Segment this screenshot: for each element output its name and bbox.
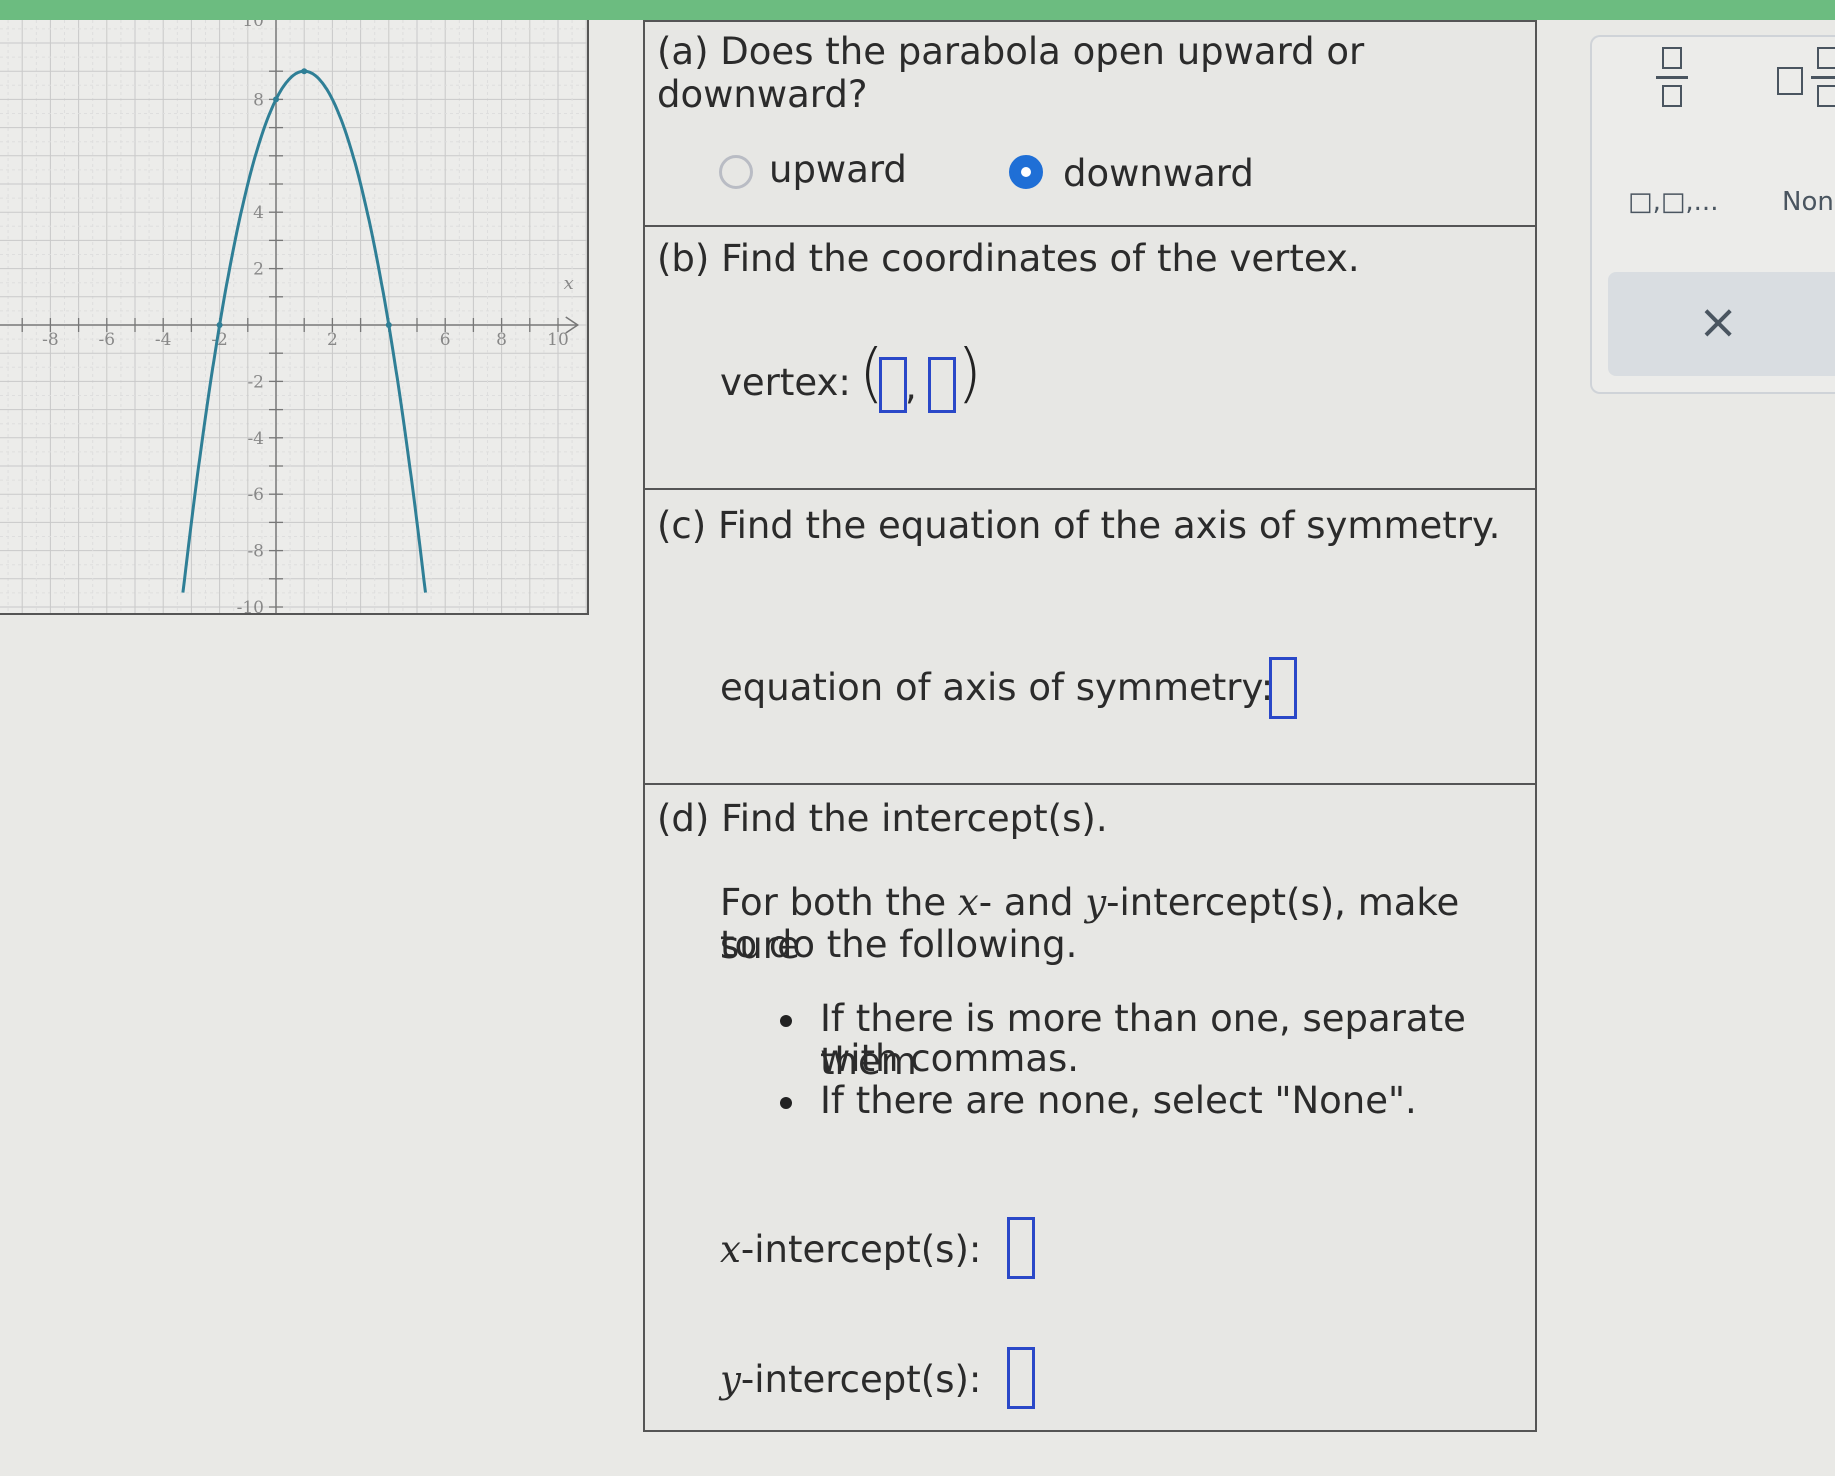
- y-tick-label: -6: [247, 485, 264, 505]
- x-tick-label: 2: [327, 330, 338, 350]
- instr-x-var: x: [957, 881, 979, 924]
- graph-svg: -8 -6 -4 -2 2 6 8 10842-2-4-6-8-1010x: [0, 20, 587, 613]
- bullet2-text: If there are none, select "None".: [820, 1079, 1417, 1122]
- y-intercept-text: -intercept(s):: [740, 1358, 982, 1401]
- fraction-numerator-icon: [1662, 47, 1682, 69]
- curve-point: [273, 96, 279, 103]
- axis-label: equation of axis of symmetry:: [720, 666, 1274, 709]
- section-a: (a) Does the parabola open upward or dow…: [643, 20, 1537, 227]
- x-tick-label: 8: [496, 330, 507, 350]
- y-tick-label: 8: [253, 90, 264, 110]
- y-tick-label: 2: [253, 260, 264, 280]
- fraction-bar-icon: [1656, 76, 1688, 79]
- y-tick-label: -2: [247, 372, 264, 392]
- question-panel: (a) Does the parabola open upward or dow…: [643, 20, 1537, 1436]
- close-icon: ×: [1698, 294, 1739, 350]
- vertex-y-input[interactable]: [928, 357, 956, 413]
- x-tick-label: 10: [547, 330, 569, 350]
- curve-point: [301, 68, 308, 75]
- y-tick-label: -10: [237, 598, 264, 613]
- bullet-2: [780, 1097, 792, 1109]
- x-tick-label: 6: [440, 330, 451, 350]
- none-button[interactable]: None: [1782, 187, 1835, 217]
- axis-of-symmetry-input[interactable]: [1269, 657, 1297, 719]
- curve-point: [216, 322, 223, 328]
- bullet1-line2: with commas.: [820, 1037, 1080, 1080]
- question-c: (c) Find the equation of the axis of sym…: [657, 504, 1501, 547]
- mixed-denominator-icon: [1817, 85, 1835, 107]
- vertex-x-input[interactable]: [879, 357, 907, 413]
- y-top-tick-label: 10: [242, 20, 264, 31]
- instr-y-var: y: [1085, 881, 1107, 924]
- top-accent-bar: [0, 0, 1835, 20]
- fraction-denominator-icon: [1662, 85, 1682, 107]
- y-tick-label: -4: [247, 429, 264, 449]
- mixed-numerator-icon: [1817, 47, 1835, 69]
- question-a: (a) Does the parabola open upward or dow…: [657, 30, 1365, 116]
- radio-downward[interactable]: [1009, 155, 1043, 189]
- x-tick-label: -4: [155, 330, 172, 350]
- label-downward[interactable]: downward: [1063, 152, 1254, 195]
- bullet-1: [780, 1015, 792, 1027]
- x-intercept-text: -intercept(s):: [740, 1228, 982, 1271]
- math-tool-palette: □,□,... None ×: [1590, 35, 1835, 394]
- instr-text-b: - and: [978, 881, 1086, 924]
- clear-button[interactable]: ×: [1608, 272, 1835, 376]
- fraction-button[interactable]: [1652, 47, 1692, 117]
- question-b: (b) Find the coordinates of the vertex.: [657, 237, 1360, 280]
- mixed-bar-icon: [1811, 76, 1835, 79]
- x-axis-label: x: [564, 273, 574, 294]
- x-tick-label: -6: [99, 330, 116, 350]
- parabola-graph: -8 -6 -4 -2 2 6 8 10 8 4 2 -2 -4 -6 -8 -10 10 x: [0, 20, 589, 615]
- x-intercept-var: x: [720, 1228, 741, 1271]
- instr-text-a: For both the: [720, 881, 958, 924]
- instructions-line2: to do the following.: [720, 923, 1078, 966]
- mixed-number-button[interactable]: [1777, 47, 1835, 117]
- section-d: (d) Find the intercept(s). For both the …: [643, 783, 1537, 1432]
- curve-point: [385, 322, 392, 328]
- question-d: (d) Find the intercept(s).: [657, 797, 1108, 840]
- vertex-comma: ,: [905, 365, 917, 408]
- x-intercept-label: x-intercept(s):: [720, 1228, 981, 1271]
- y-intercept-var: y: [720, 1358, 741, 1401]
- section-c: (c) Find the equation of the axis of sym…: [643, 488, 1537, 785]
- mixed-whole-icon: [1777, 67, 1803, 95]
- y-tick-label: -8: [247, 542, 264, 562]
- x-tick-label: -8: [42, 330, 59, 350]
- y-intercept-label: y-intercept(s):: [720, 1358, 981, 1401]
- list-button[interactable]: □,□,...: [1628, 187, 1718, 217]
- y-tick-label: 4: [253, 203, 264, 223]
- radio-upward[interactable]: [719, 155, 753, 189]
- label-upward[interactable]: upward: [769, 148, 907, 191]
- section-b: (b) Find the coordinates of the vertex. …: [643, 225, 1537, 490]
- vertex-label: vertex:: [720, 361, 851, 404]
- x-intercept-input[interactable]: [1007, 1217, 1035, 1279]
- y-intercept-input[interactable]: [1007, 1347, 1035, 1409]
- vertex-close-paren: ): [957, 337, 982, 411]
